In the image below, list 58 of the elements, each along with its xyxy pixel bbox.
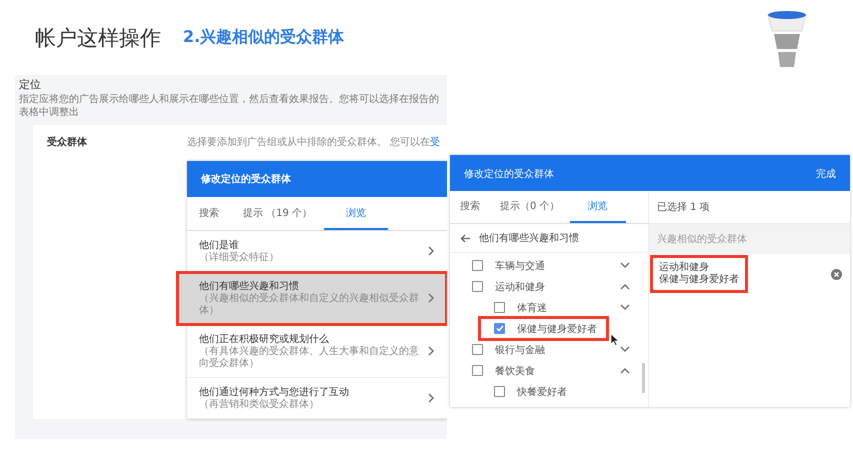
chevron-down-icon[interactable] [620,262,630,269]
category-title: 他们正在积极研究或规划什么 [199,332,330,346]
category-label: 餐饮美食 [495,364,536,378]
category-label: 银行与金融 [495,344,546,356]
check-icon [496,325,504,332]
category-subtitle: （再营销和类似受众群体） [199,399,320,411]
done-button[interactable]: 完成 [816,167,836,179]
slide-title: 帐户这样操作 [35,24,161,52]
category-title: 他们是谁 [199,238,240,252]
tab[interactable]: 搜索 [187,197,231,230]
checkbox[interactable] [472,365,483,376]
category-item[interactable]: 他们有哪些兴趣和习惯 （兴趣相似的受众群体和自定义的兴趣相似受众群体） [177,272,447,325]
tab[interactable]: 浏览 [570,191,626,223]
tab[interactable]: 浏览 [324,197,388,230]
category-label: 体育迷 [517,302,548,314]
chevron-up-icon[interactable] [620,283,630,290]
checkbox[interactable] [494,302,505,313]
tab[interactable]: 搜索 [450,191,490,223]
chevron-down-icon[interactable] [620,346,630,353]
mouse-pointer-icon [610,333,619,346]
field-label: 受众群体 [47,136,88,149]
tab[interactable]: 提示 （19 个） [231,197,324,230]
breadcrumb-title: 他们有哪些兴趣和习惯 [479,232,579,245]
tab[interactable]: 提示（0 个） [490,191,570,223]
category-title: 他们通过何种方式与您进行了互动 [199,386,350,398]
chevron-right-icon[interactable] [427,293,435,303]
chevron-right-icon[interactable] [427,246,435,256]
checkbox[interactable] [472,344,483,355]
audience-name: 保健与健身爱好者 [659,274,739,286]
section-title: 定位 [19,77,42,92]
audience-category: 运动和健身 [659,262,710,274]
panel-title: 修改定位的受众群体 [464,168,554,179]
checkbox[interactable] [494,323,505,334]
chevron-down-icon[interactable] [620,304,630,311]
chevron-right-icon[interactable] [427,346,435,356]
category-label: 车辆与交通 [495,260,546,272]
audience-link[interactable]: 受 [430,137,440,148]
category-label: 快餐爱好者 [517,386,568,398]
remove-icon[interactable] [831,268,842,280]
checkbox[interactable] [472,260,483,271]
back-arrow-icon[interactable] [460,234,471,242]
section-description: 指定应将您的广告展示给哪些人和展示在哪些位置，然后查看效果报告。您将可以选择在报告的表格中调整出 [19,94,440,119]
group-header: 兴趣相似的受众群体 [649,224,850,254]
hint-text: 选择要添加到广告组或从中排除的受众群体。 您可以在受 [187,136,440,149]
chevron-right-icon[interactable] [427,393,435,403]
category-label: 保健与健身爱好者 [517,322,597,336]
category-label: 运动和健身 [495,280,546,294]
category-subtitle: （详细受众特征） [199,252,280,264]
checkbox[interactable] [472,281,483,292]
checkbox[interactable] [494,386,505,397]
category-item[interactable]: 他们通过何种方式与您进行了互动 （再营销和类似受众群体） [187,378,447,419]
category-subtitle: （兴趣相似的受众群体和自定义的兴趣相似受众群体） [199,293,420,317]
slide-subtitle: 2.兴趣相似的受众群体 [183,27,344,48]
category-item[interactable]: 他们正在积极研究或规划什么 （有具体兴趣的受众群体、人生大事和自定义的意向受众群体） [187,325,447,378]
category-subtitle: （有具体兴趣的受众群体、人生大事和自定义的意向受众群体） [199,346,420,370]
category-title: 他们有哪些兴趣和习惯 [199,280,300,292]
chevron-up-icon[interactable] [620,367,630,374]
panel-title: 修改定位的受众群体 [187,161,447,197]
